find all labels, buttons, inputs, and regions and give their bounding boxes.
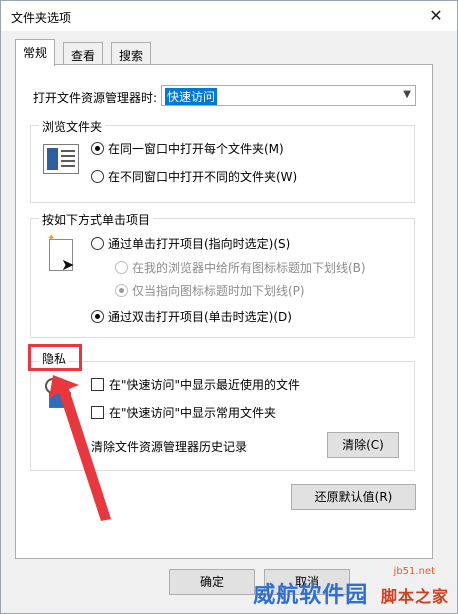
folder-window-icon bbox=[43, 144, 79, 174]
radio-double-click[interactable]: 通过双击打开项目(单击时选定)(D) bbox=[91, 308, 292, 325]
tab-label: 常规 bbox=[23, 46, 48, 60]
radio-label: 在不同窗口中打开不同的文件夹(W) bbox=[108, 170, 298, 184]
tab-general[interactable]: 常规 bbox=[15, 39, 56, 66]
radio-label: 通过双击打开项目(单击时选定)(D) bbox=[108, 310, 292, 324]
watermark-text: 威航软件园 脚本之家 bbox=[253, 577, 449, 609]
group-legend: 按如下方式单击项目 bbox=[39, 211, 154, 228]
watermark-url: jb51.net bbox=[393, 566, 435, 577]
browse-folders-group: 浏览文件夹 在同一窗口中打开每个文件夹(M) 在不同窗口中打开不同的文件夹(W) bbox=[30, 118, 415, 203]
radio-new-window[interactable]: 在不同窗口中打开不同的文件夹(W) bbox=[91, 168, 297, 185]
restore-defaults-button[interactable]: 还原默认值(R) bbox=[291, 484, 416, 510]
tab-label: 搜索 bbox=[119, 49, 144, 63]
tab-label: 查看 bbox=[71, 49, 96, 63]
ok-button[interactable]: 确定 bbox=[169, 569, 255, 595]
radio-button[interactable] bbox=[115, 261, 128, 274]
group-legend: 浏览文件夹 bbox=[39, 118, 106, 135]
radio-label: 仅当指向图标标题时加下划线(P) bbox=[132, 284, 305, 298]
radio-button[interactable] bbox=[91, 170, 104, 183]
radio-button[interactable] bbox=[91, 237, 104, 250]
radio-label: 在同一窗口中打开每个文件夹(M) bbox=[108, 142, 284, 156]
radio-same-window[interactable]: 在同一窗口中打开每个文件夹(M) bbox=[91, 140, 284, 157]
radio-underline-all[interactable]: 在我的浏览器中给所有图标标题加下划线(B) bbox=[115, 259, 366, 276]
tab-search[interactable]: 搜索 bbox=[111, 42, 152, 65]
clear-history-button[interactable]: 清除(C) bbox=[327, 432, 399, 458]
radio-underline-hover[interactable]: 仅当指向图标标题时加下划线(P) bbox=[115, 282, 305, 299]
folder-options-window: 文件夹选项 ✕ 常规 查看 搜索 打开文件资源管理器时: 快速访问 ▼ 浏览文件… bbox=[0, 0, 458, 614]
radio-button[interactable] bbox=[115, 284, 128, 297]
window-title: 文件夹选项 bbox=[11, 11, 72, 25]
watermark-overlay: 脚本之家 bbox=[380, 587, 449, 606]
annotation-arrow bbox=[49, 375, 111, 521]
radio-single-click[interactable]: 通过单击打开项目(指向时选定)(S) bbox=[91, 235, 290, 252]
title-bar: 文件夹选项 ✕ bbox=[1, 1, 457, 31]
radio-label: 通过单击打开项目(指向时选定)(S) bbox=[108, 237, 291, 251]
click-items-group: 按如下方式单击项目 ✦ ➤ 通过单击打开项目(指向时选定)(S) 在我的浏览器中… bbox=[30, 211, 415, 338]
radio-button[interactable] bbox=[91, 310, 104, 323]
dropdown-selected-value: 快速访问 bbox=[165, 88, 218, 105]
open-explorer-dropdown[interactable]: 快速访问 ▼ bbox=[161, 85, 416, 106]
mouse-cursor-icon: ➤ bbox=[61, 255, 75, 274]
watermark-main: 威航软件园 bbox=[253, 582, 369, 608]
radio-label: 在我的浏览器中给所有图标标题加下划线(B) bbox=[132, 261, 366, 275]
open-explorer-label: 打开文件资源管理器时: bbox=[33, 91, 158, 105]
close-icon[interactable]: ✕ bbox=[425, 5, 447, 27]
tab-view[interactable]: 查看 bbox=[63, 42, 104, 65]
radio-button[interactable] bbox=[91, 142, 104, 155]
chevron-down-icon: ▼ bbox=[403, 89, 411, 100]
sparkle-icon: ✦ bbox=[47, 233, 56, 244]
